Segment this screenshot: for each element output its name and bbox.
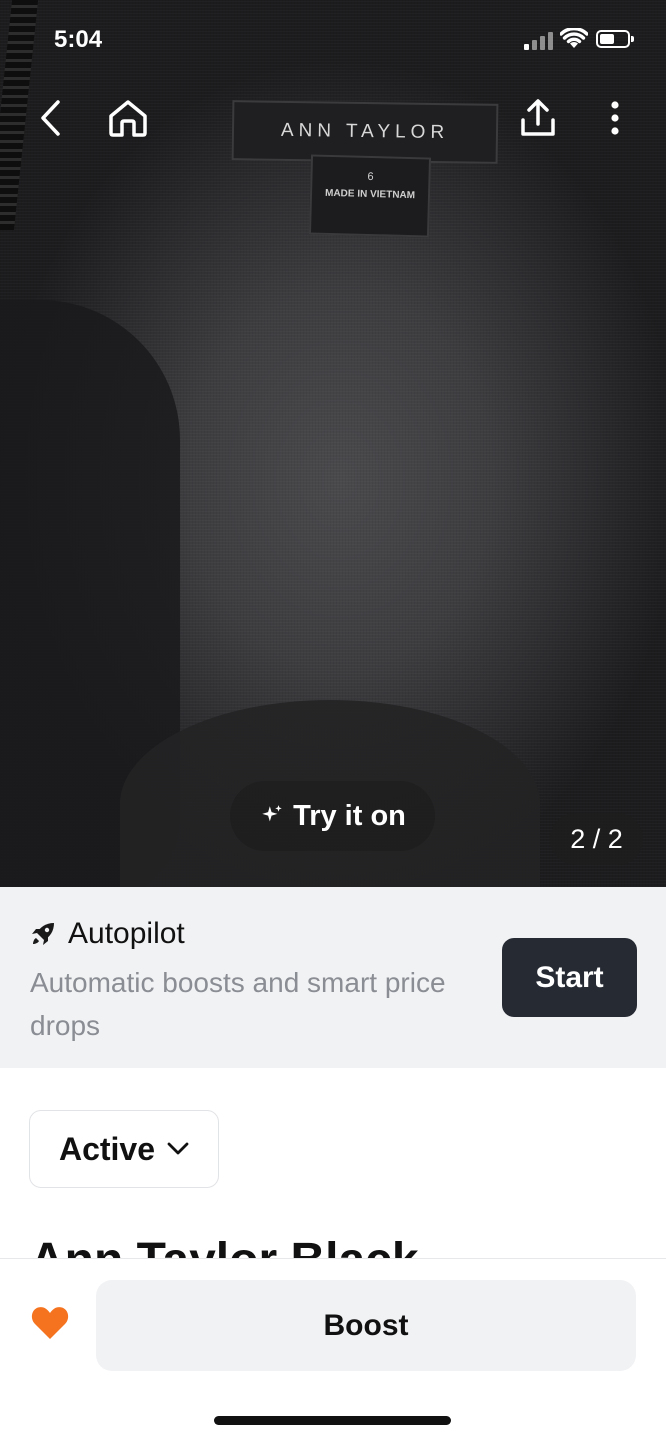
listing-status-dropdown[interactable]: Active <box>29 1110 219 1188</box>
more-options-button[interactable] <box>596 96 634 140</box>
size-label-size: 6 <box>367 170 374 184</box>
size-label: 6 MADE IN VIETNAM <box>308 154 432 238</box>
status-bar: 5:04 <box>0 0 666 80</box>
try-it-on-label: Try it on <box>293 799 406 832</box>
autopilot-description: Automatic boosts and smart price drops <box>30 967 446 1041</box>
status-time: 5:04 <box>54 26 103 53</box>
home-button[interactable] <box>104 96 152 140</box>
battery-icon <box>596 30 634 48</box>
try-it-on-button[interactable]: Try it on <box>230 781 435 851</box>
photo-counter: 2 / 2 <box>550 813 643 865</box>
sparkle-icon <box>262 805 282 822</box>
share-button[interactable] <box>514 94 562 142</box>
home-indicator <box>214 1416 451 1425</box>
share-icon <box>521 99 555 136</box>
rocket-icon <box>32 923 54 945</box>
size-label-origin: MADE IN VIETNAM <box>324 187 416 202</box>
listing-status-label: Active <box>58 1130 156 1167</box>
wifi-icon <box>560 28 588 48</box>
back-button[interactable] <box>30 96 70 140</box>
autopilot-title-row: Autopilot <box>30 917 185 951</box>
chevron-left-icon <box>41 100 60 136</box>
brand-label: ANN TAYLOR <box>231 100 499 164</box>
cellular-signal-icon <box>524 32 553 50</box>
home-icon <box>109 100 147 137</box>
more-vertical-icon <box>611 101 619 135</box>
boost-button[interactable]: Boost <box>96 1280 636 1371</box>
bottom-action-bar: Boost <box>0 1258 666 1441</box>
heart-icon[interactable] <box>30 1303 70 1343</box>
autopilot-title: Autopilot <box>68 917 185 950</box>
chevron-down-icon <box>167 1142 189 1155</box>
autopilot-start-button[interactable]: Start <box>502 938 637 1017</box>
listing-title: Ann Taylor Black <box>30 1226 419 1260</box>
autopilot-banner: Autopilot Automatic boosts and smart pri… <box>0 887 666 1068</box>
listing-photo[interactable]: ANN TAYLOR 6 MADE IN VIETNAM Try it on 2… <box>0 0 666 887</box>
